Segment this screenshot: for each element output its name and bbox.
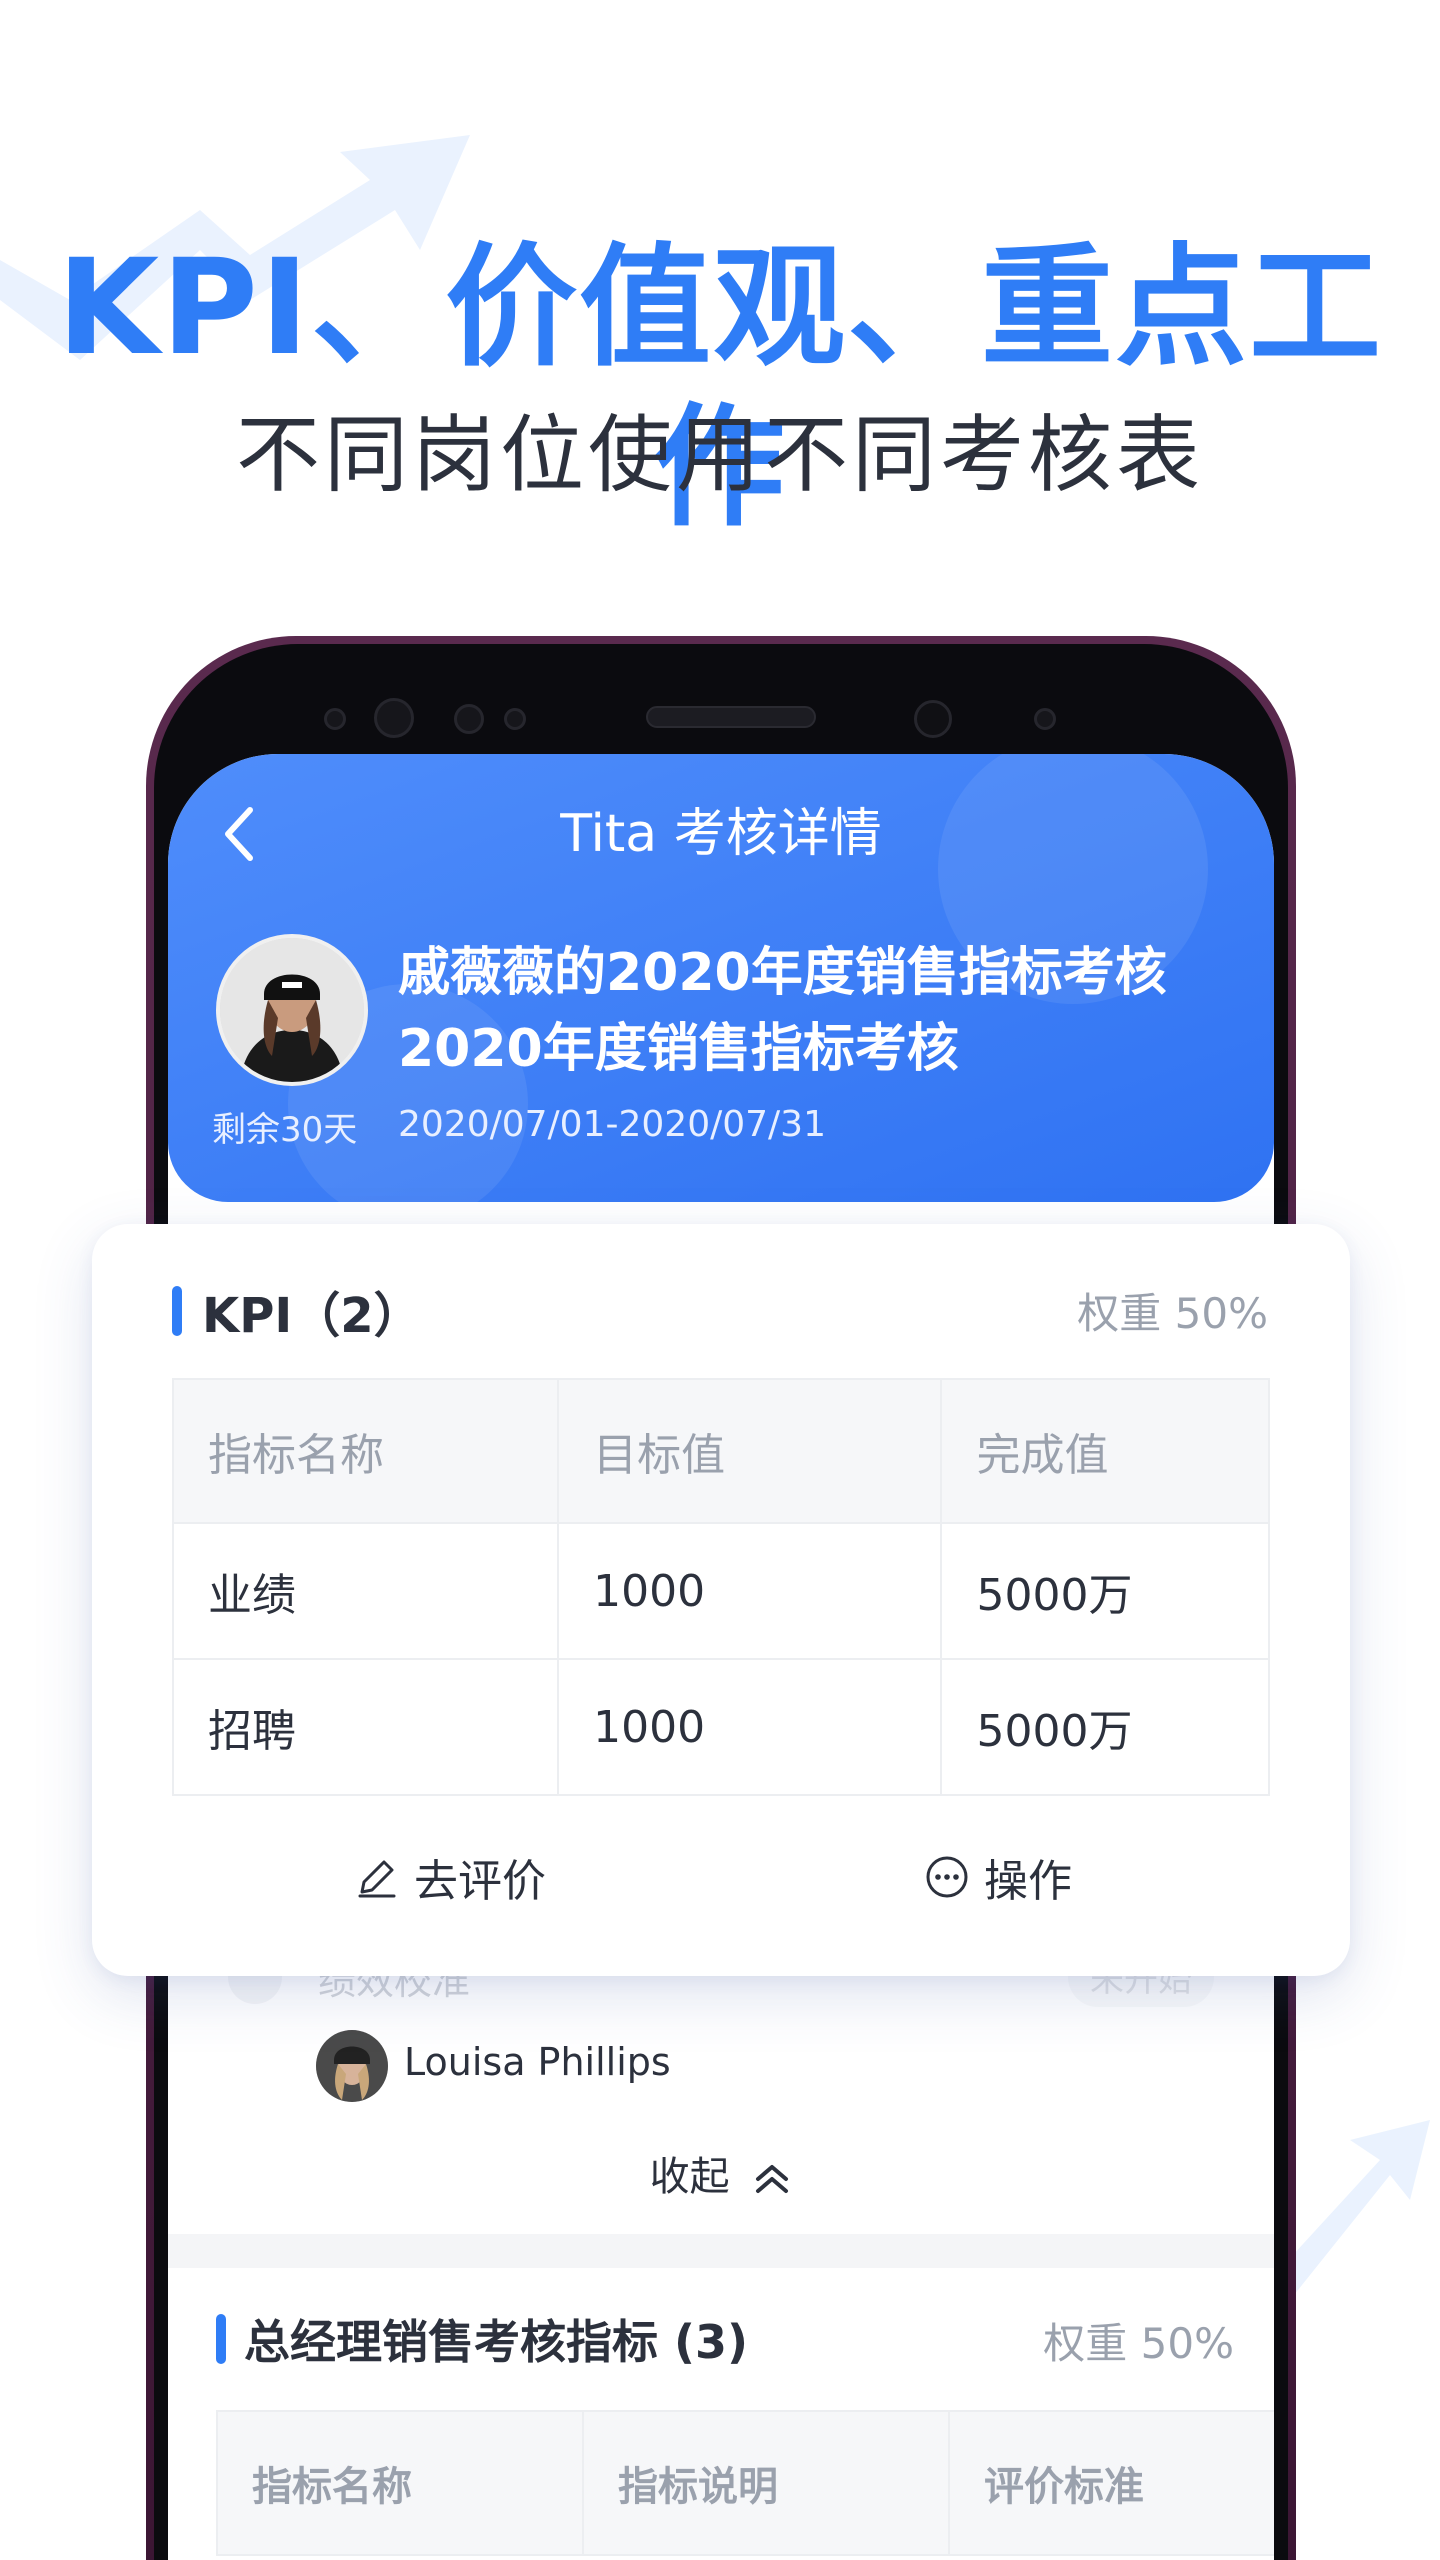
user-name: Louisa Phillips <box>404 2040 671 2084</box>
collapse-label: 收起 <box>649 2154 730 2200</box>
table-cell: 5000万 <box>940 1522 1270 1660</box>
person-photo-icon <box>316 2030 388 2102</box>
hero-subtitle: 不同岗位使用不同考核表 <box>235 406 1204 504</box>
table-cell: 1000 <box>557 1522 943 1660</box>
avatar <box>216 934 368 1086</box>
collapse-button[interactable]: 收起 <box>168 2144 1274 2202</box>
promo-canvas: KPI、价值观、重点工作 不同岗位使用不同考核表 Tita 考核详情 剩余30天… <box>0 0 1440 2560</box>
remaining-days: 剩余30天 <box>212 1110 358 1150</box>
review-subtitle: 2020年度销售指标考核 <box>398 1019 959 1079</box>
nav-title: Tita 考核详情 <box>560 804 882 864</box>
section-accent-bar <box>216 2314 226 2364</box>
section-divider <box>168 2234 1274 2268</box>
table-cell: 1000 <box>557 1658 943 1796</box>
review-header: Tita 考核详情 剩余30天 戚薇薇的2020年度销售指标考核 2020年度销… <box>168 754 1274 1202</box>
kpi-card: KPI（2） 权重 50% 指标名称 目标值 完成值 业绩 1000 5000万… <box>92 1224 1350 1976</box>
table-cell: 业绩 <box>171 1522 560 1660</box>
section-accent-bar <box>172 1286 182 1336</box>
earpiece-speaker <box>646 706 816 728</box>
person-photo-icon <box>220 938 364 1082</box>
evaluate-label: 去评价 <box>414 1856 546 1907</box>
kpi-table: 指标名称 目标值 完成值 业绩 1000 5000万 招聘 1000 5000万 <box>171 1378 1270 1796</box>
double-chevron-up-icon <box>756 2165 789 2193</box>
table-header-cell: 目标值 <box>557 1378 943 1524</box>
user-avatar <box>316 2030 388 2102</box>
sensor-icon <box>504 708 526 730</box>
table-header-cell: 指标说明 <box>582 2410 950 2556</box>
evaluate-button[interactable]: 去评价 <box>354 1842 546 1912</box>
indicator-table: 指标名称 指标说明 评价标准 <box>216 2410 1274 2556</box>
operate-button[interactable]: 操作 <box>924 1842 1072 1912</box>
table-header-row: 指标名称 目标值 完成值 <box>171 1378 1270 1524</box>
table-row[interactable]: 招聘 1000 5000万 <box>171 1658 1270 1796</box>
table-cell: 5000万 <box>940 1658 1270 1796</box>
table-header-cell: 指标名称 <box>216 2410 584 2556</box>
table-row[interactable]: 业绩 1000 5000万 <box>171 1522 1270 1660</box>
table-cell: 招聘 <box>171 1658 560 1796</box>
operate-label: 操作 <box>984 1856 1072 1907</box>
table-header-row: 指标名称 指标说明 评价标准 <box>216 2410 1274 2556</box>
sensor-icon <box>1034 708 1056 730</box>
pencil-icon <box>358 1860 396 1898</box>
front-camera-icon <box>374 698 414 738</box>
more-circle-icon <box>926 1856 968 1898</box>
review-period: 2020/07/01-2020/07/31 <box>398 1104 826 1145</box>
sensor-icon <box>454 704 484 734</box>
sensor-icon <box>324 708 346 730</box>
table-header-cell: 评价标准 <box>948 2410 1274 2556</box>
section-title: 总经理销售考核指标 (3) <box>244 2315 749 2369</box>
kpi-title: KPI（2） <box>202 1288 422 1344</box>
table-header-cell: 指标名称 <box>171 1378 560 1524</box>
section-weight: 权重 50% <box>1043 2319 1234 2368</box>
iris-camera-icon <box>914 700 952 738</box>
review-title: 戚薇薇的2020年度销售指标考核 <box>398 943 1167 1003</box>
table-header-cell: 完成值 <box>940 1378 1270 1524</box>
kpi-weight: 权重 50% <box>1077 1289 1268 1338</box>
